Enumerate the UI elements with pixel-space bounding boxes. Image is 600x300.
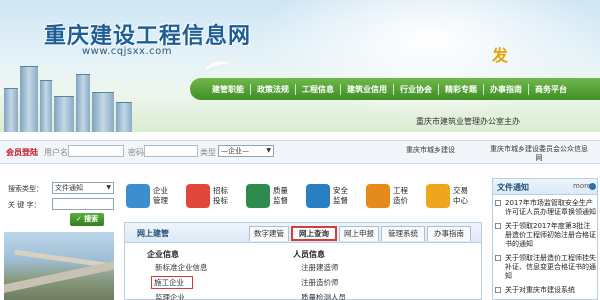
panel-title: 网上建管 [137, 229, 169, 238]
site-banner: 重庆建设工程信息网 www.cqjsxx.com 发 建管职能 政策法规 工程信… [0, 0, 600, 132]
panel-header: 网上建管 数字建管 网上查询 网上申报 管理系统 办事指南 [125, 223, 481, 243]
search-icon: ✓ [75, 215, 82, 223]
search-type-label: 搜索类型： [8, 185, 43, 193]
service-label-line1: 企业 [153, 186, 168, 195]
link-city-commission-line1: 重庆市城乡建设委员会公众信息 [490, 145, 588, 153]
safety-icon [306, 184, 330, 208]
tab-online-query[interactable]: 网上查询 [291, 226, 337, 241]
service-quality-supervision[interactable]: 质量 监督 [242, 176, 302, 216]
list-item[interactable]: 2017年市场监管取安全生产许可证人员办理证章换领通知 [495, 199, 597, 217]
service-label-line1: 安全 [333, 186, 348, 195]
nav-item-credit[interactable]: 建筑业信用 [341, 84, 393, 95]
bullet-icon [495, 200, 501, 206]
site-url: www.cqjsxx.com [82, 46, 173, 57]
personnel-info-heading: 人员信息 [293, 250, 325, 259]
online-management-panel: 网上建管 数字建管 网上查询 网上申报 管理系统 办事指南 企业信息 新标准企业… [124, 222, 482, 300]
notice-list: 2017年市场监管取安全生产许可证人员办理证章换领通知 关于领取2017年度第3… [495, 199, 597, 299]
password-label: 密码 [128, 148, 144, 157]
service-label-line2: 管理 [153, 196, 168, 205]
search-button-label: 搜索 [84, 215, 99, 223]
service-trade-center[interactable]: 交易 中心 [422, 176, 482, 216]
search-type-select[interactable]: 文件通知 ▼ [52, 182, 114, 194]
link-construction-enterprise[interactable]: 施工企业 [151, 276, 193, 289]
quality-icon [246, 184, 270, 208]
tab-digital-management[interactable]: 数字建管 [249, 226, 289, 241]
service-label-line1: 质量 [273, 186, 288, 195]
service-label-line2: 造价 [393, 196, 408, 205]
service-icon-row: 企业 管理 招标 投标 质量 监督 安全 监督 工程 造价 交易 中心 [122, 176, 484, 216]
password-input[interactable] [144, 145, 198, 157]
service-label-line2: 投标 [213, 196, 228, 205]
search-box: 搜索类型： 文件通知 ▼ 关 键 字： ✓ 搜索 [4, 180, 116, 228]
notice-item-text: 关于对重庆市建设系统 [505, 286, 575, 294]
service-label-line1: 工程 [393, 186, 408, 195]
service-label-line2: 监督 [333, 196, 348, 205]
nav-item-association[interactable]: 行业协会 [394, 84, 438, 95]
keyword-input[interactable] [52, 198, 114, 210]
search-type-value: 文件通知 [55, 184, 83, 192]
bullet-icon [495, 223, 501, 229]
link-city-commission-line2: 网 [535, 154, 543, 162]
service-bidding[interactable]: 招标 投标 [182, 176, 242, 216]
service-safety-supervision[interactable]: 安全 监督 [302, 176, 362, 216]
nav-item-guide[interactable]: 办事指南 [484, 84, 528, 95]
link-quality-testing-staff[interactable]: 质量检测人员 [301, 292, 346, 300]
link-city-commission[interactable]: 重庆市城乡建设委员会公众信息 网 [478, 145, 600, 163]
tab-online-declaration[interactable]: 网上申报 [339, 226, 379, 241]
main-nav: 建管职能 政策法规 工程信息 建筑业信用 行业协会 精彩专题 办事指南 商务平台 [190, 78, 600, 100]
nav-item-topics[interactable]: 精彩专题 [439, 84, 483, 95]
link-registered-cost-engineer[interactable]: 注册造价师 [301, 277, 339, 288]
chevron-down-icon: ▼ [266, 147, 271, 154]
tab-management-system[interactable]: 管理系统 [381, 226, 425, 241]
sky-glow [260, 0, 600, 120]
enterprise-info-heading: 企业信息 [147, 250, 179, 259]
username-label: 用户名 [44, 148, 68, 157]
username-input[interactable] [68, 145, 124, 157]
chevron-down-icon: ▼ [106, 184, 111, 191]
banner-deco-text: 发 [492, 46, 509, 65]
link-new-standard-enterprise[interactable]: 新标准企业信息 [155, 262, 208, 273]
keyword-label: 关 键 字： [8, 201, 41, 209]
service-label-line1: 交易 [453, 186, 468, 195]
bullet-icon [495, 255, 501, 261]
service-project-cost[interactable]: 工程 造价 [362, 176, 422, 216]
enterprise-icon [126, 184, 150, 208]
login-bar: 会员登陆 用户名 密码 类型 —企业— ▼ 重庆市城乡建设 重庆市城乡建设委员会… [0, 140, 600, 164]
nav-item-policy[interactable]: 政策法规 [251, 84, 295, 95]
notice-title: 文件通知 [497, 183, 529, 192]
notice-header: 文件通知 more [493, 179, 597, 195]
list-item[interactable]: 关于对重庆市建设系统 [495, 286, 597, 295]
link-city-construction[interactable]: 重庆市城乡建设 [406, 145, 455, 155]
notice-item-text: 关于领取注册造价工程师挂失补证、信息变更合格证书的通知 [505, 254, 596, 280]
host-organization: 重庆市建筑业管理办公室主办 [416, 117, 520, 126]
nav-item-jianguan[interactable]: 建管职能 [206, 84, 250, 95]
bullet-icon [495, 287, 501, 293]
type-label: 类型 [200, 148, 216, 157]
search-button[interactable]: ✓ 搜索 [70, 213, 104, 226]
type-select[interactable]: —企业— ▼ [218, 145, 274, 157]
service-label-line2: 中心 [453, 196, 468, 205]
notice-item-text: 2017年市场监管取安全生产许可证人员办理证章换领通知 [505, 199, 596, 216]
link-supervision-enterprise[interactable]: 监理企业 [155, 292, 185, 300]
list-item[interactable]: 关于领取2017年度第3批注册造价工程师初始注册合格证书的通知 [495, 222, 597, 249]
service-label-line2: 监督 [273, 196, 288, 205]
login-title: 会员登陆 [6, 148, 38, 157]
type-select-value: —企业— [221, 147, 249, 155]
construction-photo [4, 232, 114, 300]
notice-item-text: 关于领取2017年度第3批注册造价工程师初始注册合格证书的通知 [505, 222, 596, 248]
service-enterprise-management[interactable]: 企业 管理 [122, 176, 182, 216]
trade-icon [426, 184, 450, 208]
bidding-icon [186, 184, 210, 208]
nav-item-business[interactable]: 商务平台 [529, 84, 573, 95]
nav-item-project-info[interactable]: 工程信息 [296, 84, 340, 95]
link-registered-constructor[interactable]: 注册建造师 [301, 262, 339, 273]
city-skyline-image [0, 58, 140, 132]
service-label-line1: 招标 [213, 186, 228, 195]
cost-icon [366, 184, 390, 208]
list-item[interactable]: 关于领取注册造价工程师挂失补证、信息变更合格证书的通知 [495, 254, 597, 281]
bird-icon [203, 58, 233, 78]
tab-office-guide[interactable]: 办事指南 [427, 226, 471, 241]
notice-column: 文件通知 more 2017年市场监管取安全生产许可证人员办理证章换领通知 关于… [492, 178, 598, 300]
more-icon[interactable] [589, 183, 596, 190]
